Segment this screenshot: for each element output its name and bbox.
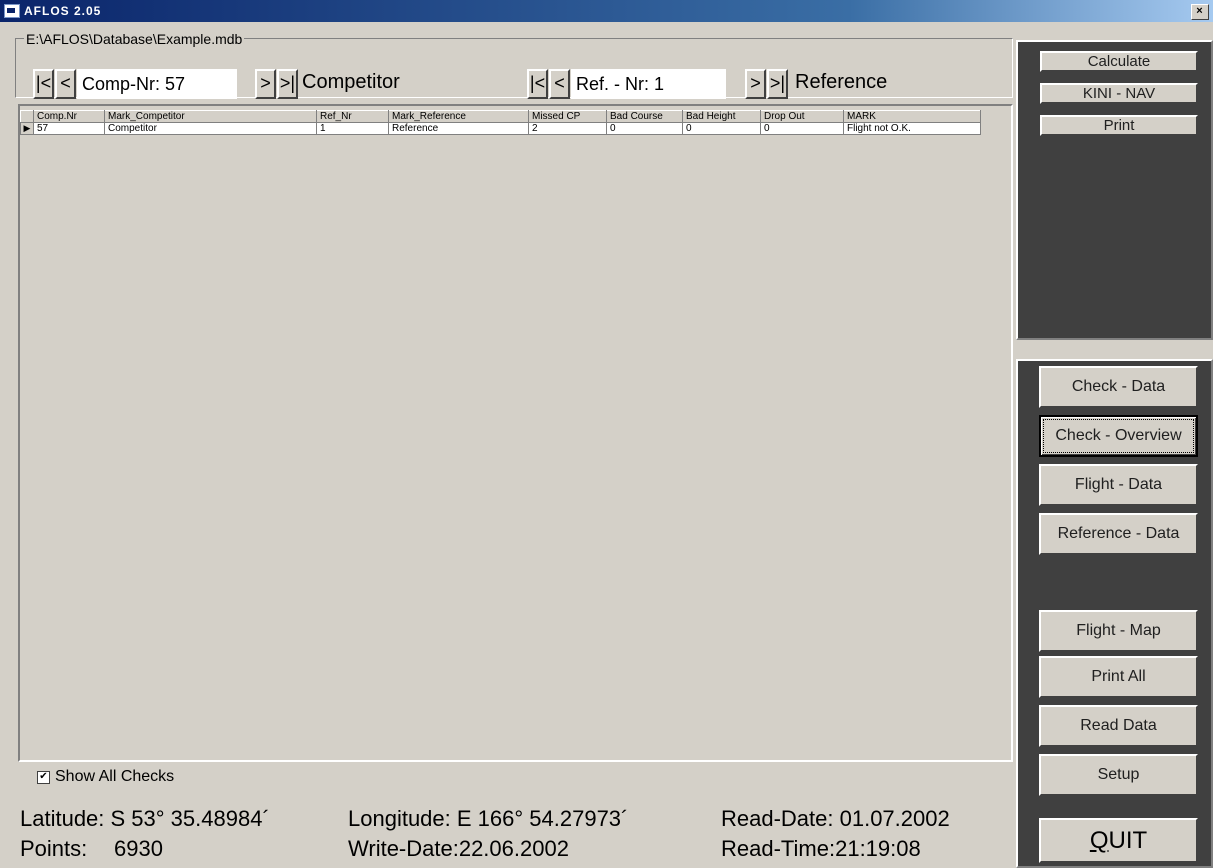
cell-bad-course[interactable]: 0 [606,122,683,135]
cell-drop-out[interactable]: 0 [760,122,844,135]
competitor-first-button[interactable]: |< [33,69,54,99]
cell-mark-reference[interactable]: Reference [388,122,529,135]
column-header[interactable]: Drop Out [760,110,844,123]
close-button[interactable]: × [1191,4,1209,20]
cell-mark[interactable]: Flight not O.K. [843,122,981,135]
flight-map-button[interactable]: Flight - Map [1039,610,1198,652]
row-selector-arrow-icon[interactable]: ▶ [20,122,34,135]
setup-button[interactable]: Setup [1039,754,1198,796]
cell-comp-nr[interactable]: 57 [33,122,105,135]
check-overview-button[interactable]: Check - Overview [1039,415,1198,457]
quit-button[interactable]: QUIT [1039,818,1198,863]
cell-missed-cp[interactable]: 2 [528,122,607,135]
kini-nav-button[interactable]: KINI - NAV [1040,83,1198,104]
points-label: Points: [20,836,88,861]
read-time-readout: Read-Time:21:19:08 [721,836,921,861]
column-header[interactable]: Bad Course [606,110,683,123]
database-path: E:\AFLOS\Database\Example.mdb [24,31,245,47]
calculate-button[interactable]: Calculate [1040,51,1198,72]
table-row[interactable]: ▶ 57 Competitor 1 Reference 2 0 0 0 Flig… [20,122,981,135]
show-all-checks-checkbox[interactable]: ✔ [37,771,50,784]
column-header[interactable]: Mark_Competitor [104,110,317,123]
app-icon [4,4,20,18]
competitor-label: Competitor [302,71,400,93]
reference-next-button[interactable]: > [745,69,766,99]
grid-header-row: Comp.Nr Mark_Competitor Ref_Nr Mark_Refe… [20,110,981,123]
column-header[interactable]: Bad Height [682,110,761,123]
competitor-prev-button[interactable]: < [55,69,76,99]
print-button[interactable]: Print [1040,115,1198,136]
cell-ref-nr[interactable]: 1 [316,122,389,135]
print-all-button[interactable]: Print All [1039,656,1198,698]
competitor-next-button[interactable]: > [255,69,276,99]
latitude-readout: Latitude: S 53° 35.48984´ [20,806,270,831]
window-title: AFLOS 2.05 [24,4,102,18]
column-header[interactable]: MARK [843,110,981,123]
reference-label: Reference [795,71,888,93]
points-value: 6930 [114,836,163,861]
read-date-readout: Read-Date: 01.07.2002 [721,806,950,831]
cell-mark-competitor[interactable]: Competitor [104,122,317,135]
column-header[interactable]: Mark_Reference [388,110,529,123]
status-panel: Latitude: S 53° 35.48984´ Longitude: E 1… [18,797,1013,863]
quit-label-rest: UIT [1108,827,1148,854]
competitor-number-field[interactable]: Comp-Nr: 57 [77,69,237,99]
reference-prev-button[interactable]: < [549,69,570,99]
row-selector-header [20,110,34,123]
show-all-checks-label[interactable]: Show All Checks [55,768,174,786]
quit-label-first: Q [1089,827,1109,854]
flight-data-button[interactable]: Flight - Data [1039,464,1198,506]
column-header[interactable]: Missed CP [528,110,607,123]
checks-grid[interactable]: Comp.Nr Mark_Competitor Ref_Nr Mark_Refe… [20,110,981,135]
longitude-readout: Longitude: E 166° 54.27973´ [348,806,629,831]
competitor-last-button[interactable]: >| [277,69,298,99]
cell-bad-height[interactable]: 0 [682,122,761,135]
reference-first-button[interactable]: |< [527,69,548,99]
checks-grid-area[interactable] [18,104,1013,762]
write-date-readout: Write-Date:22.06.2002 [348,836,569,861]
column-header[interactable]: Comp.Nr [33,110,105,123]
title-bar: AFLOS 2.05 × [0,0,1213,22]
check-data-button[interactable]: Check - Data [1039,366,1198,408]
reference-number-field[interactable]: Ref. - Nr: 1 [571,69,726,99]
column-header[interactable]: Ref_Nr [316,110,389,123]
reference-data-button[interactable]: Reference - Data [1039,513,1198,555]
read-data-button[interactable]: Read Data [1039,705,1198,747]
reference-last-button[interactable]: >| [767,69,788,99]
